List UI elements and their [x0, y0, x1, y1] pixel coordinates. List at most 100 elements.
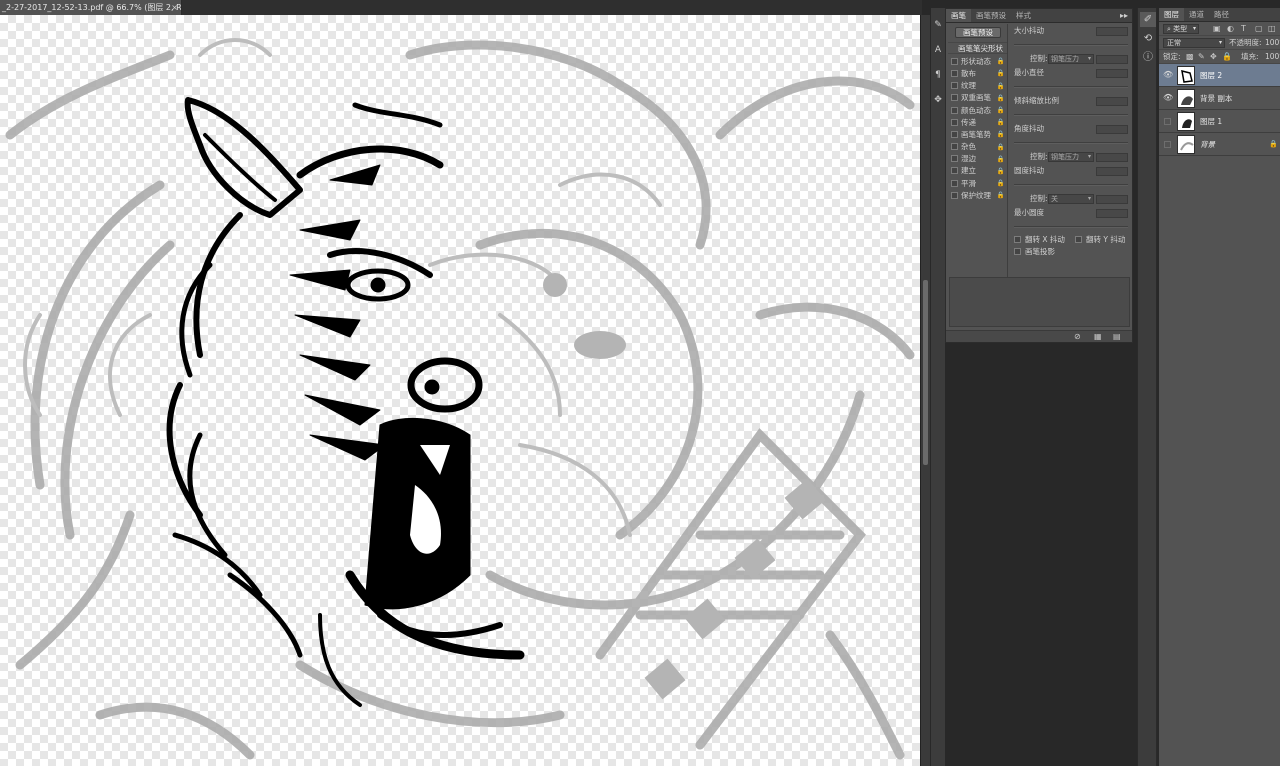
size-control-field[interactable] [1096, 55, 1128, 64]
canvas[interactable] [0, 15, 920, 766]
history-icon[interactable]: ⟲ [1140, 31, 1156, 46]
lock-position-icon[interactable]: ✥ [1210, 50, 1217, 64]
visibility-eye-icon[interactable]: 👁 [1163, 93, 1173, 103]
layer-row[interactable]: 图层 1 [1159, 110, 1280, 133]
size-control-select[interactable]: 钢笔压力 ▾ [1048, 54, 1094, 64]
lock-icon[interactable]: 🔒 [997, 118, 1005, 126]
roundness-control-field[interactable] [1096, 195, 1128, 204]
checkbox[interactable] [951, 94, 958, 102]
min-diameter-slider[interactable] [1014, 86, 1128, 88]
checkbox[interactable] [951, 118, 958, 126]
layer-row[interactable]: 背景 🔒 [1159, 133, 1280, 156]
min-roundness-slider[interactable] [1014, 226, 1128, 228]
option-build-up[interactable]: 建立 🔒 [948, 165, 1007, 177]
smart-object-filter-icon[interactable]: ◫ [1268, 22, 1276, 36]
tab-layers[interactable]: 图层 [1159, 8, 1184, 21]
tilt-scale-slider[interactable] [1014, 114, 1128, 116]
scrollbar-thumb[interactable] [923, 280, 928, 465]
min-diameter-field[interactable] [1096, 69, 1128, 78]
lock-pixels-icon[interactable]: ✎ [1198, 50, 1205, 64]
size-jitter-slider[interactable] [1014, 44, 1128, 46]
option-shape-dynamics[interactable]: 形状动态 🔒 [948, 55, 1007, 67]
lock-transparency-icon[interactable]: ▩ [1186, 50, 1194, 64]
lock-icon[interactable]: 🔒 [997, 130, 1005, 138]
flip-x-checkbox[interactable] [1014, 236, 1021, 243]
character-panel-icon[interactable]: A [931, 43, 945, 58]
option-smoothing[interactable]: 平滑 🔒 [948, 177, 1007, 189]
layer-name[interactable]: 背景 副本 [1200, 87, 1232, 110]
lock-icon[interactable]: 🔒 [997, 143, 1005, 151]
angle-control-field[interactable] [1096, 153, 1128, 162]
checkbox[interactable] [951, 106, 958, 114]
paragraph-panel-icon[interactable]: ¶ [931, 68, 945, 83]
lock-icon[interactable]: 🔒 [997, 179, 1005, 187]
type-filter-icon[interactable]: T [1241, 22, 1246, 36]
grid-view-icon[interactable]: ▦ [1094, 331, 1102, 343]
blend-mode-select[interactable]: 正常 ▾ [1163, 38, 1225, 48]
angle-jitter-slider[interactable] [1014, 142, 1128, 144]
close-document-icon[interactable]: × [171, 0, 178, 15]
flip-y-checkbox[interactable] [1075, 236, 1082, 243]
tab-brush-presets[interactable]: 画笔预设 [971, 9, 1011, 22]
option-protect-texture[interactable]: 保护纹理 🔒 [948, 189, 1007, 201]
option-dual-brush[interactable]: 双重画笔 🔒 [948, 92, 1007, 104]
tab-paths[interactable]: 路径 [1209, 8, 1234, 21]
layer-name[interactable]: 背景 [1200, 133, 1215, 156]
lock-icon[interactable]: 🔒 [997, 69, 1005, 77]
layer-name[interactable]: 图层 2 [1200, 64, 1222, 87]
layer-row[interactable]: 👁 图层 2 [1159, 64, 1280, 87]
option-texture[interactable]: 纹理 🔒 [948, 80, 1007, 92]
brush-panel-icon[interactable]: ✎ [931, 18, 945, 33]
adjustment-filter-icon[interactable]: ◐ [1227, 22, 1234, 36]
layer-name[interactable]: 图层 1 [1200, 110, 1222, 133]
lock-all-icon[interactable]: 🔒 [1222, 50, 1232, 64]
panel-menu-icon[interactable]: ▸▸ [1120, 9, 1128, 23]
vertical-scrollbar[interactable] [920, 15, 930, 766]
fill-value[interactable]: 100% [1265, 50, 1280, 64]
size-jitter-field[interactable] [1096, 27, 1128, 36]
brush-presets-button[interactable]: 画笔预设 [955, 27, 1001, 38]
lock-icon[interactable]: 🔒 [997, 106, 1005, 114]
option-noise[interactable]: 杂色 🔒 [948, 141, 1007, 153]
lock-icon[interactable]: 🔒 [997, 57, 1005, 65]
checkbox[interactable] [951, 130, 958, 138]
checkbox[interactable] [951, 82, 958, 90]
option-wet-edges[interactable]: 湿边 🔒 [948, 153, 1007, 165]
layer-row[interactable]: 👁 背景 副本 [1159, 87, 1280, 110]
option-color-dynamics[interactable]: 颜色动态 🔒 [948, 104, 1007, 116]
layer-kind-select[interactable]: ⌕ 类型 ▾ [1163, 24, 1199, 34]
checkbox[interactable] [951, 191, 958, 199]
visibility-toggle-empty[interactable] [1164, 118, 1171, 125]
angle-control-select[interactable]: 钢笔压力 ▾ [1048, 152, 1094, 162]
brush-projection-checkbox[interactable] [1014, 248, 1021, 255]
lock-icon[interactable]: 🔒 [997, 94, 1005, 102]
opacity-value[interactable]: 100% [1265, 36, 1280, 50]
checkbox[interactable] [951, 57, 958, 65]
checkbox[interactable] [951, 179, 958, 187]
lock-icon[interactable]: 🔒 [997, 191, 1005, 199]
tab-channels[interactable]: 通道 [1184, 8, 1209, 21]
option-scattering[interactable]: 散布 🔒 [948, 67, 1007, 79]
roundness-jitter-slider[interactable] [1014, 184, 1128, 186]
visibility-toggle-empty[interactable] [1164, 141, 1171, 148]
brush-tip-shape-item[interactable]: 画笔笔尖形状 [948, 42, 1007, 55]
lock-icon[interactable]: 🔒 [997, 82, 1005, 90]
transform-panel-icon[interactable]: ✥ [931, 93, 945, 108]
shape-filter-icon[interactable]: ▢ [1255, 22, 1263, 36]
tilt-scale-field[interactable] [1096, 97, 1128, 106]
toggle-live-tip-icon[interactable]: ⊘ [1074, 331, 1081, 343]
checkbox[interactable] [951, 155, 958, 163]
roundness-control-select[interactable]: 关 ▾ [1048, 194, 1094, 204]
tab-styles[interactable]: 样式 [1011, 9, 1036, 22]
checkbox[interactable] [951, 167, 958, 175]
info-icon[interactable]: ⓘ [1140, 50, 1156, 65]
angle-jitter-field[interactable] [1096, 125, 1128, 134]
roundness-jitter-field[interactable] [1096, 167, 1128, 176]
option-brush-pose[interactable]: 画笔笔势 🔒 [948, 128, 1007, 140]
lock-icon[interactable]: 🔒 [997, 155, 1005, 163]
lock-icon[interactable]: 🔒 [997, 167, 1005, 175]
option-transfer[interactable]: 传递 🔒 [948, 116, 1007, 128]
checkbox[interactable] [951, 69, 958, 77]
new-brush-icon[interactable]: ▤ [1113, 331, 1121, 343]
brush-settings-icon[interactable]: ✐ [1140, 12, 1156, 27]
